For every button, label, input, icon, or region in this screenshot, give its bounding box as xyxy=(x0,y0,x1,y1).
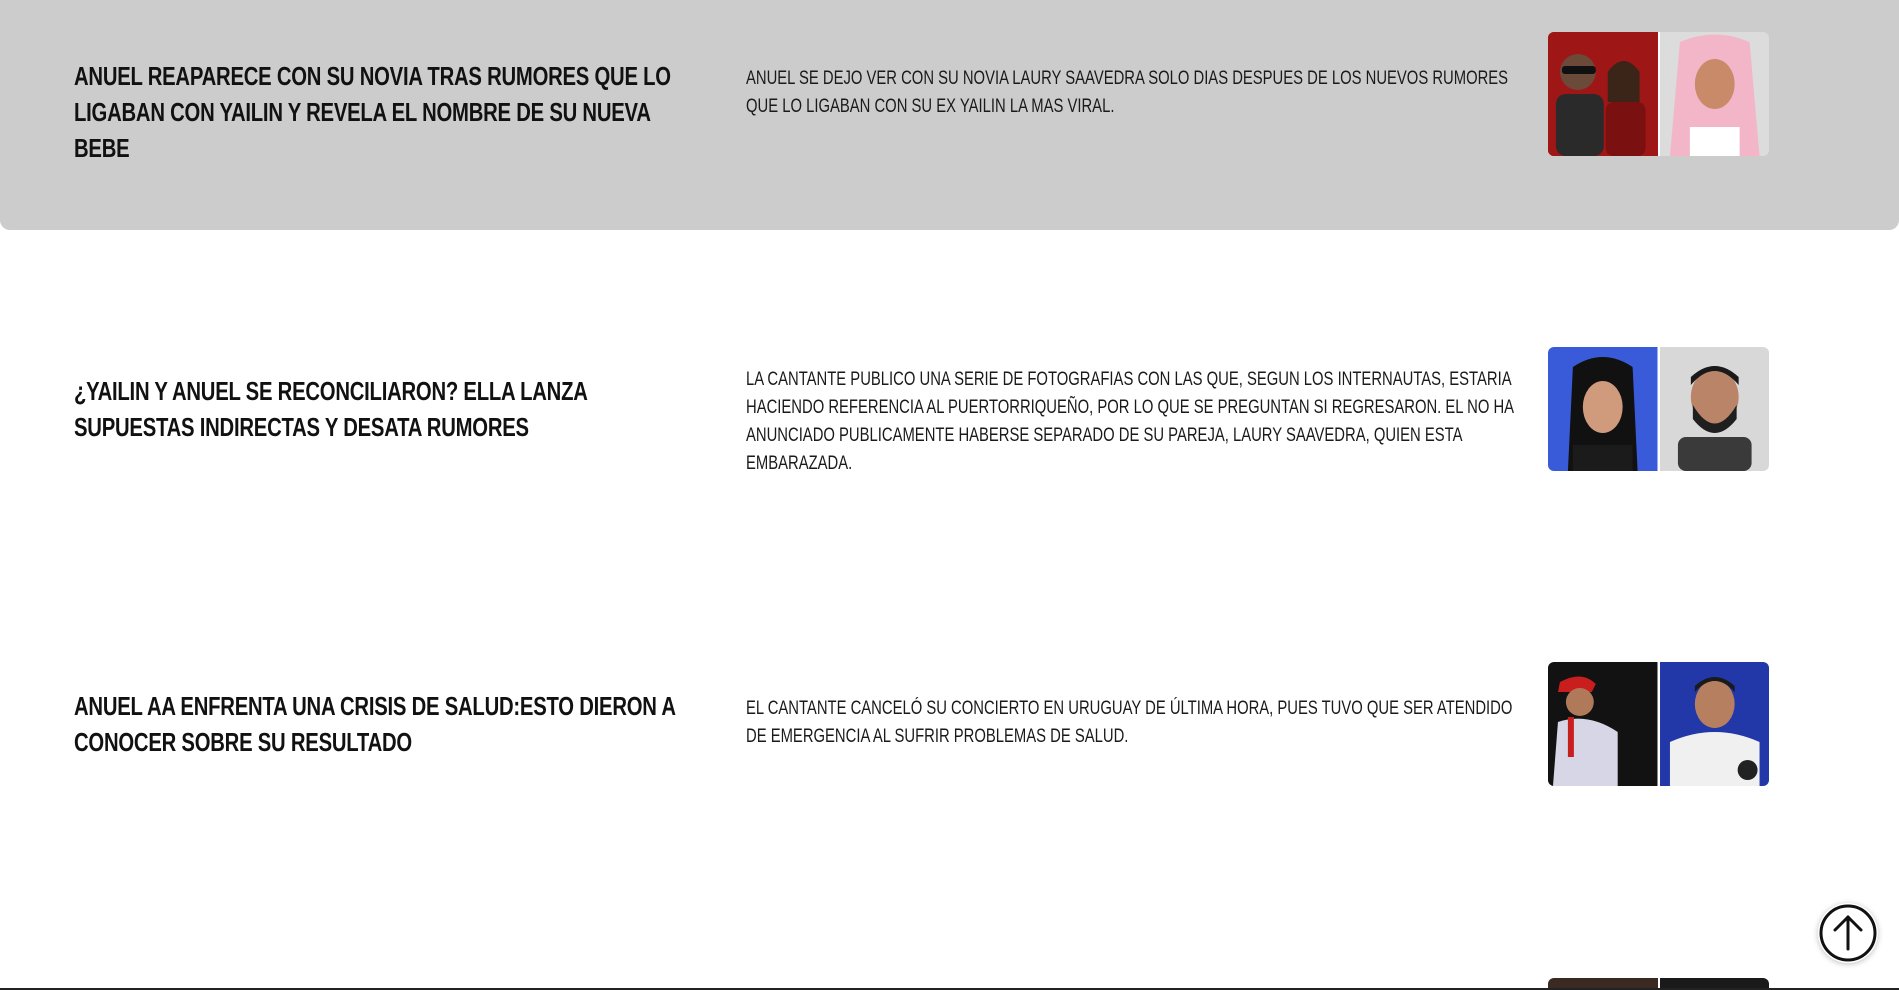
article-description: LA CANTANTE PUBLICO UNA SERIE DE FOTOGRA… xyxy=(746,369,1514,474)
thumbnail-photo-left xyxy=(1548,32,1658,156)
article-thumbnail[interactable] xyxy=(1548,662,1769,786)
arrow-up-circle-icon xyxy=(1819,904,1877,962)
article-row[interactable]: ¿YAILIN Y ANUEL SE RECONCILIARON? ELLA L… xyxy=(0,230,1899,474)
scroll-to-top-button[interactable] xyxy=(1818,903,1878,963)
article-row[interactable]: ANUEL AA ENFRENTA UNA CRISIS DE SALUD:ES… xyxy=(0,545,1899,786)
article-row[interactable]: ANUEL REAPARECE CON SU NOVIA TRAS RUMORE… xyxy=(0,0,1899,230)
article-title[interactable]: ANUEL REAPARECE CON SU NOVIA TRAS RUMORE… xyxy=(74,58,698,166)
article-description: ANUEL SE DEJO VER CON SU NOVIA LAURY SAA… xyxy=(746,68,1509,117)
thumbnail-photo-left xyxy=(1548,662,1658,786)
thumbnail-photo-right xyxy=(1657,347,1769,471)
news-list-page: ANUEL REAPARECE CON SU NOVIA TRAS RUMORE… xyxy=(0,0,1899,990)
article-thumbnail[interactable] xyxy=(1548,347,1769,471)
thumbnail-photo-right xyxy=(1657,32,1769,156)
thumbnail-photo-right xyxy=(1657,662,1769,786)
article-thumbnail[interactable] xyxy=(1548,32,1769,156)
article-description: EL CANTANTE CANCELÓ SU CONCIERTO EN URUG… xyxy=(746,698,1513,747)
thumbnail-photo-left xyxy=(1548,347,1658,471)
article-title[interactable]: ¿YAILIN Y ANUEL SE RECONCILIARON? ELLA L… xyxy=(74,373,698,445)
article-title[interactable]: ANUEL AA ENFRENTA UNA CRISIS DE SALUD:ES… xyxy=(74,688,698,760)
